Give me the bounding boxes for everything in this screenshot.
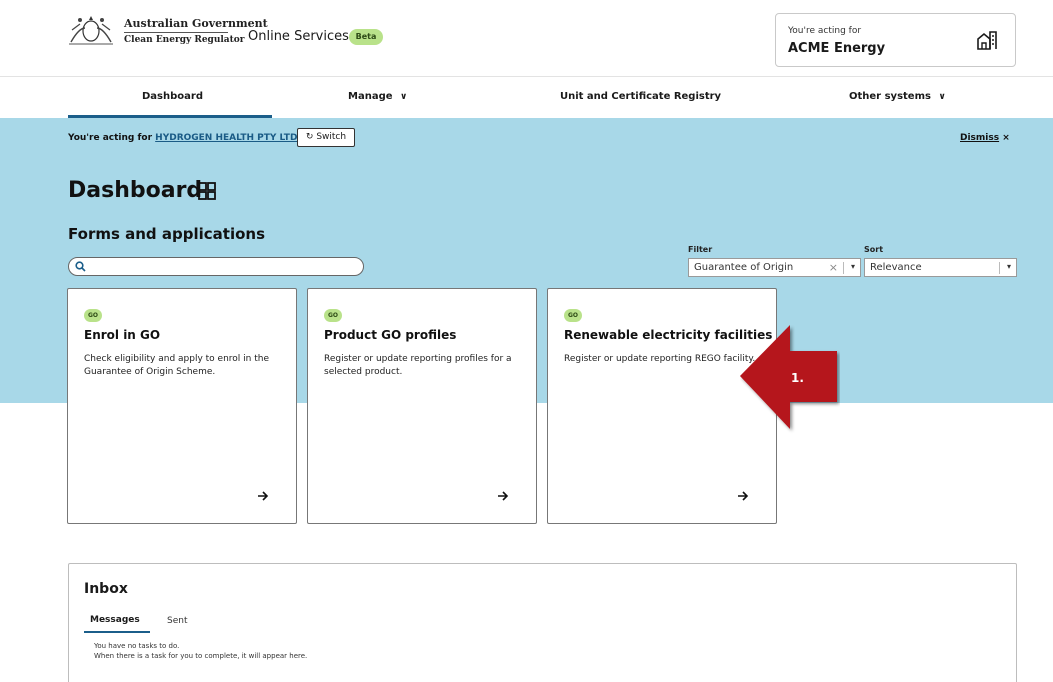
sort-value: Relevance	[870, 262, 922, 273]
card-description: Register or update reporting profiles fo…	[324, 354, 512, 377]
switch-label: Switch	[316, 132, 347, 142]
dashboard-grid-icon	[198, 182, 216, 200]
search-input[interactable]	[68, 257, 364, 276]
close-icon: ×	[1002, 133, 1010, 143]
card-description: Register or update reporting REGO facili…	[564, 354, 756, 364]
sort-select[interactable]: Relevance ▾	[864, 258, 1017, 277]
main-nav: Dashboard Manage ∨ Unit and Certificate …	[0, 78, 1053, 118]
go-badge: GO	[324, 309, 342, 322]
acting-org-link[interactable]: HYDROGEN HEALTH PTY LTD	[155, 133, 297, 143]
app-name[interactable]: Online Services	[248, 29, 349, 44]
gov-name: Australian Government	[124, 17, 268, 30]
nav-registry-label: Unit and Certificate Registry	[560, 91, 722, 102]
card-description: Check eligibility and apply to enrol in …	[84, 354, 269, 377]
nav-other-label: Other systems	[849, 91, 931, 102]
card-title: Product GO profiles	[324, 328, 457, 342]
switch-button[interactable]: ↻ Switch	[297, 128, 355, 147]
annotation-arrow	[740, 325, 837, 429]
page-title: Dashboard	[68, 178, 203, 203]
chevron-down-icon: ∨	[938, 92, 946, 102]
go-badge: GO	[564, 309, 582, 322]
card-enrol-in-go[interactable]: GO Enrol in GO Check eligibility and app…	[67, 288, 297, 524]
select-separator	[999, 262, 1000, 274]
select-separator	[843, 262, 844, 274]
filter-value: Guarantee of Origin	[694, 262, 794, 273]
search-icon	[75, 261, 86, 272]
tab-active-indicator	[84, 631, 150, 633]
sort-label: Sort	[864, 245, 884, 254]
agency-name: Clean Energy Regulator	[124, 35, 245, 45]
clear-icon[interactable]: ×	[829, 261, 838, 274]
nav-manage[interactable]: Manage ∨	[348, 91, 407, 102]
dismiss-label: Dismiss	[960, 133, 1000, 143]
chevron-down-icon: ∨	[400, 92, 408, 102]
filter-select[interactable]: Guarantee of Origin × ▾	[688, 258, 861, 277]
card-title: Enrol in GO	[84, 328, 161, 342]
nav-unit-certificate-registry[interactable]: Unit and Certificate Registry	[560, 91, 721, 102]
nav-other-systems[interactable]: Other systems ∨	[849, 91, 946, 102]
acting-for-label: You're acting for	[788, 26, 862, 36]
arrow-right-icon[interactable]	[257, 490, 269, 502]
banner-prefix: You're acting for	[68, 133, 153, 143]
building-icon	[977, 31, 997, 50]
arrow-right-icon[interactable]	[497, 490, 509, 502]
annotation-label: 1.	[791, 371, 804, 385]
acting-for-selector[interactable]: You're acting for ACME Energy	[775, 13, 1016, 67]
branding-divider	[124, 32, 228, 33]
empty-state-text: You have no tasks to do.	[94, 642, 180, 650]
inbox-title: Inbox	[84, 581, 128, 597]
inbox-panel: Inbox Messages Sent You have no tasks to…	[68, 563, 1017, 682]
go-badge: GO	[84, 309, 102, 322]
tab-sent[interactable]: Sent	[167, 616, 187, 626]
site-header: Australian Government Clean Energy Regul…	[0, 0, 1053, 77]
filter-label: Filter	[688, 245, 713, 254]
beta-badge: Beta	[349, 29, 383, 45]
acting-for-banner: You're acting for HYDROGEN HEALTH PTY LT…	[68, 133, 297, 143]
tab-messages[interactable]: Messages	[90, 615, 140, 625]
acting-for-org: ACME Energy	[788, 41, 886, 56]
chevron-down-icon: ▾	[850, 262, 855, 271]
nav-dashboard[interactable]: Dashboard	[142, 91, 203, 102]
nav-dashboard-label: Dashboard	[142, 91, 203, 102]
arrow-right-icon[interactable]	[737, 490, 749, 502]
section-title: Forms and applications	[68, 225, 265, 243]
nav-manage-label: Manage	[348, 91, 393, 102]
government-branding: Australian Government Clean Energy Regul…	[124, 17, 268, 46]
card-product-go-profiles[interactable]: GO Product GO profiles Register or updat…	[307, 288, 537, 524]
coat-of-arms-logo	[69, 16, 113, 45]
empty-state-hint: When there is a task for you to complete…	[94, 652, 308, 660]
switch-icon: ↻	[305, 132, 314, 142]
chevron-down-icon: ▾	[1006, 262, 1011, 271]
dismiss-button[interactable]: Dismiss ×	[960, 133, 1010, 143]
